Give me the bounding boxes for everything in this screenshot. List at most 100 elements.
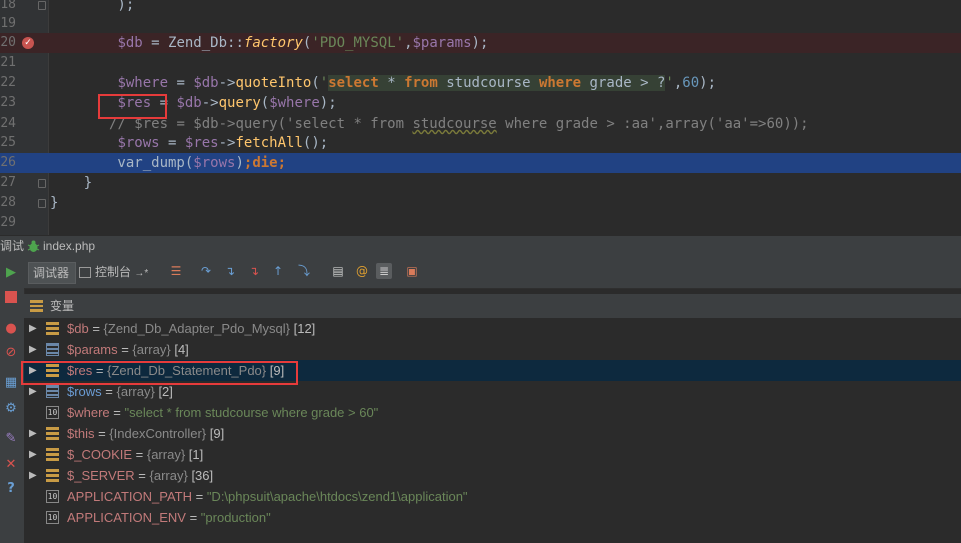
string-icon: 10	[46, 490, 59, 503]
fold-marker-icon[interactable]	[38, 1, 46, 10]
watch-icon[interactable]: @	[354, 263, 370, 279]
code-line[interactable]: 29	[0, 213, 961, 233]
breakpoint-icon[interactable]: ✓	[22, 37, 34, 49]
mute-breakpoints-icon[interactable]: ⊘	[2, 344, 20, 362]
debug-toolbar: 调试器 控制台 →* ☰ ↷ ↴ ↴ ↑ ⤵ ▤ @ ≣ ▣	[24, 256, 961, 289]
variable-row[interactable]: ▶ $this = {IndexController} [9]	[24, 423, 961, 444]
settings-gear-icon[interactable]: ⚙	[2, 400, 20, 418]
variable-row[interactable]: 10 $where = "select * from studcourse whe…	[24, 402, 961, 423]
string-icon: 10	[46, 511, 59, 524]
highlight-box-res-variable	[21, 361, 298, 385]
variable-row[interactable]: ▶ $db = {Zend_Db_Adapter_Pdo_Mysql} [12]	[24, 318, 961, 339]
expand-arrow-icon[interactable]: ▶	[29, 444, 37, 465]
layout-icon[interactable]: ▦	[2, 374, 20, 392]
variable-name: $rows	[67, 384, 102, 399]
line-number: 21	[0, 55, 16, 70]
run-to-cursor-icon[interactable]: ⤵	[296, 263, 312, 279]
string-icon: 10	[46, 406, 59, 419]
variable-value: "D:\phpsuit\apache\htdocs\zend1\applicat…	[206, 489, 468, 504]
expand-arrow-icon[interactable]: ▶	[29, 423, 37, 444]
debug-left-toolbar: ▶ ● ⊘ ▦ ⚙ ✎ ✕ ?	[0, 256, 25, 543]
variable-name: $params	[67, 342, 118, 357]
help-icon[interactable]: ?	[2, 480, 20, 498]
variable-equals: =	[94, 426, 110, 441]
step-out-icon[interactable]: ↑	[270, 263, 286, 279]
variable-count: [12]	[290, 321, 316, 336]
force-step-into-icon[interactable]: ↴	[246, 263, 262, 279]
variable-text: APPLICATION_PATH = "D:\phpsuit\apache\ht…	[67, 486, 468, 507]
view-breakpoints-icon[interactable]: ●	[2, 320, 20, 338]
variable-row[interactable]: ▶ $params = {array} [4]	[24, 339, 961, 360]
line-number: 29	[0, 215, 16, 230]
variable-text: APPLICATION_ENV = "production"	[67, 507, 271, 528]
close-icon[interactable]: ✕	[2, 456, 20, 474]
debug-file-name[interactable]: index.php	[43, 236, 95, 256]
variable-row[interactable]: 10 APPLICATION_PATH = "D:\phpsuit\apache\…	[24, 486, 961, 507]
line-number: 26	[0, 155, 16, 170]
line-number: 19	[0, 16, 16, 31]
show-execution-point-icon[interactable]: ☰	[168, 263, 184, 279]
stop-icon[interactable]	[2, 288, 20, 306]
variable-name: $db	[67, 321, 89, 336]
variable-name: $_COOKIE	[67, 447, 133, 462]
variable-row[interactable]: ▶ $_COOKIE = {array} [1]	[24, 444, 961, 465]
debug-bug-icon	[27, 239, 40, 252]
highlight-box-res-code	[98, 94, 167, 119]
pin-icon[interactable]: ✎	[2, 430, 20, 448]
code-text: $where = $db->quoteInto('select * from s…	[117, 75, 716, 91]
console-icon	[79, 267, 91, 279]
code-line[interactable]: 25 $rows = $res->fetchAll();	[0, 133, 961, 153]
object-icon	[46, 427, 59, 440]
variables-view-icon[interactable]: ≣	[376, 263, 392, 279]
variable-count: [4]	[170, 342, 189, 357]
variable-row[interactable]: ▶ $_SERVER = {array} [36]	[24, 465, 961, 486]
line-number: 25	[0, 135, 16, 150]
variables-header: 变量	[24, 294, 961, 318]
variable-count: [2]	[154, 384, 173, 399]
variable-equals: =	[109, 405, 125, 420]
expand-arrow-icon[interactable]: ▶	[29, 318, 37, 339]
variable-type: {array}	[116, 384, 155, 399]
variable-name: APPLICATION_ENV	[67, 510, 186, 525]
code-line[interactable]: 20 $db = Zend_Db::factory('PDO_MYSQL',$p…	[0, 33, 961, 53]
expand-arrow-icon[interactable]: ▶	[29, 465, 37, 486]
variable-type: {Zend_Db_Adapter_Pdo_Mysql}	[103, 321, 290, 336]
variable-count: [9]	[206, 426, 225, 441]
code-line[interactable]: 18 );	[0, 0, 961, 15]
code-line[interactable]: 27 }	[0, 173, 961, 193]
line-number: 22	[0, 75, 16, 90]
code-line[interactable]: 19	[0, 14, 961, 34]
array-icon	[46, 385, 59, 398]
code-text: }	[50, 175, 93, 191]
code-line[interactable]: 28}	[0, 193, 961, 213]
line-number: 24	[0, 116, 16, 131]
line-number: 18	[0, 0, 16, 12]
restore-layout-icon[interactable]: ▣	[404, 263, 420, 279]
variable-text: $_SERVER = {array} [36]	[67, 465, 213, 486]
variable-equals: =	[134, 468, 150, 483]
variable-text: $db = {Zend_Db_Adapter_Pdo_Mysql} [12]	[67, 318, 315, 339]
variable-name: $_SERVER	[67, 468, 135, 483]
variable-name: $this	[67, 426, 95, 441]
debug-tab-bar[interactable]: 调试 index.php	[0, 235, 961, 256]
evaluate-icon[interactable]: ▤	[330, 263, 346, 279]
expand-arrow-icon[interactable]: ▶	[29, 339, 37, 360]
code-line[interactable]: 22 $where = $db->quoteInto('select * fro…	[0, 73, 961, 93]
variable-row[interactable]: 10 APPLICATION_ENV = "production"	[24, 507, 961, 528]
resume-icon[interactable]: ▶	[2, 264, 20, 282]
code-line[interactable]: 26 var_dump($rows);die;	[0, 153, 961, 173]
fold-marker-icon[interactable]	[38, 199, 46, 208]
fold-marker-icon[interactable]	[38, 179, 46, 188]
variable-count: [36]	[187, 468, 214, 483]
step-over-icon[interactable]: ↷	[198, 263, 214, 279]
variable-equals: =	[132, 447, 147, 462]
step-into-icon[interactable]: ↴	[222, 263, 238, 279]
tab-debugger[interactable]: 调试器	[28, 262, 76, 284]
code-line[interactable]: 21	[0, 53, 961, 73]
variables-panel[interactable]: ▶ $db = {Zend_Db_Adapter_Pdo_Mysql} [12] ▶…	[24, 318, 961, 543]
code-text: $res = $db->query($where);	[117, 95, 337, 111]
tab-console[interactable]: 控制台 →*	[76, 262, 154, 282]
debug-label: 调试	[0, 239, 25, 253]
variable-text: $where = "select * from studcourse where…	[67, 402, 378, 423]
code-editor[interactable]: 18 ); 1920 $db = Zend_Db::factory('PDO_MY…	[0, 0, 961, 235]
